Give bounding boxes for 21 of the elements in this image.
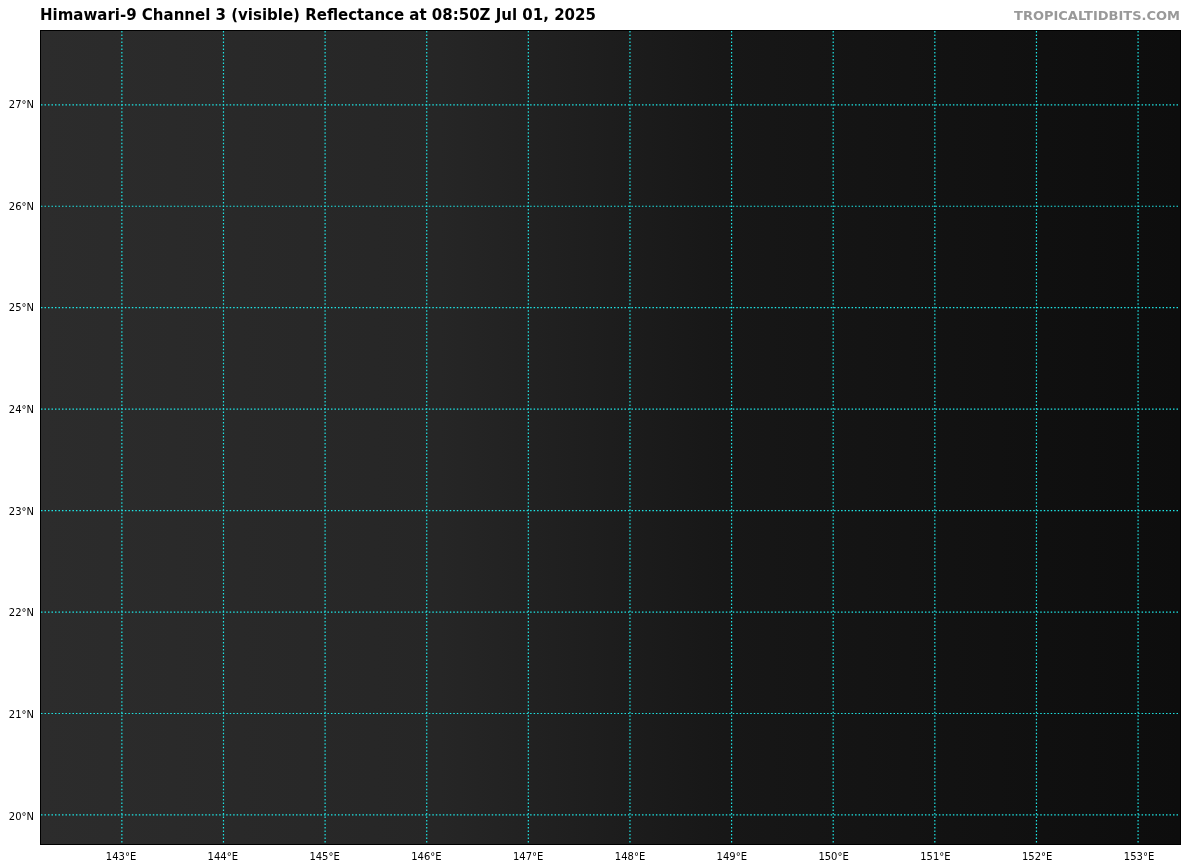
longitude-label: 148°E	[614, 851, 646, 862]
longitude-label: 144°E	[207, 851, 238, 862]
latitude-label: 25°N	[8, 301, 34, 313]
longitude-label: 149°E	[716, 851, 747, 862]
longitude-label: 143°E	[105, 851, 137, 862]
latitude-label: 27°N	[8, 98, 34, 110]
longitude-label: 152°E	[1022, 851, 1053, 862]
longitude-label: 150°E	[818, 851, 849, 862]
longitude-label: 153°E	[1123, 851, 1155, 862]
latitude-label: 26°N	[8, 200, 34, 212]
latitude-label: 22°N	[8, 607, 34, 618]
longitude-label: 146°E	[411, 851, 442, 862]
latitude-label: 21°N	[8, 708, 34, 720]
map-title: Himawari-9 Channel 3 (visible) Reflectance at 08:50Z Jul 01, 2025	[40, 6, 596, 24]
longitude-label: 147°E	[513, 851, 544, 862]
latitude-label: 20°N	[8, 810, 34, 822]
longitude-label: 145°E	[309, 851, 340, 862]
latitude-label: 24°N	[8, 403, 34, 415]
longitude-label: 151°E	[920, 851, 951, 862]
latitude-label: 23°N	[8, 505, 34, 517]
source-label: TROPICALTIDBITS.COM	[1014, 7, 1180, 23]
